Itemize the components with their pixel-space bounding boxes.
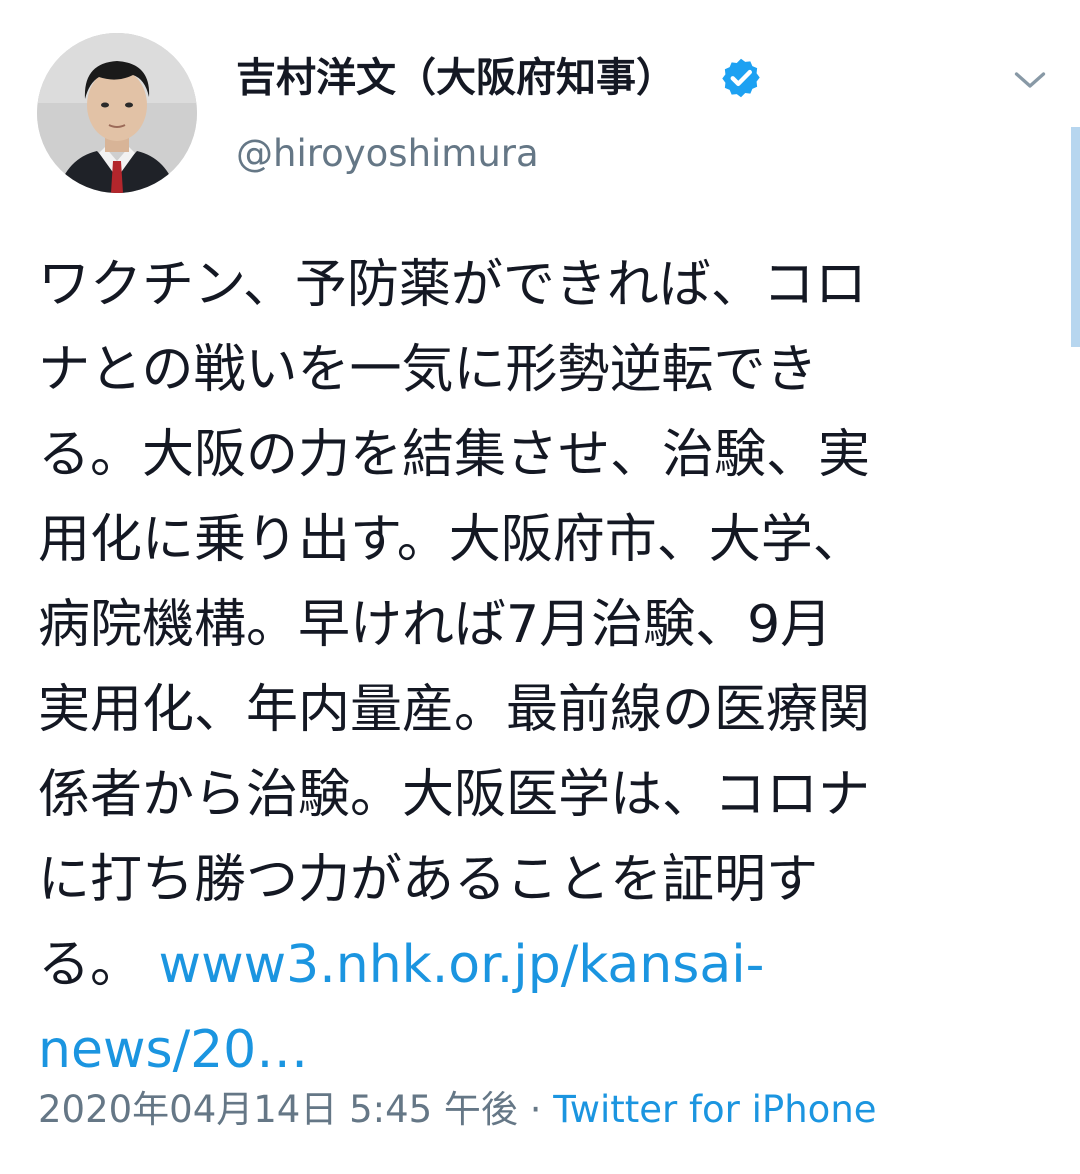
tweet-text-line-with-link: る。 www3.nhk.or.jp/kansai-	[38, 923, 1048, 1008]
tweet-meta: 2020年04月14日 5:45 午後 · Twitter for iPhone	[38, 1087, 877, 1133]
tweet-text-line: ワクチン、予防薬ができれば、コロ	[38, 255, 867, 315]
tweet-timestamp[interactable]: 2020年04月14日 5:45 午後	[38, 1088, 518, 1131]
display-name[interactable]: 吉村洋文（大阪府知事）	[236, 52, 676, 104]
chevron-down-icon[interactable]	[1012, 62, 1048, 98]
author-handle[interactable]: @hiroyoshimura	[236, 129, 539, 179]
tweet-text-line: 用化に乗り出す。大阪府市、大学、	[38, 510, 865, 570]
tweet-text: ワクチン、予防薬ができれば、コロ ナとの戦いを一気に形勢逆転でき る。大阪の力を…	[38, 243, 1048, 1093]
tweet-text-line: 係者から治験。大阪医学は、コロナ	[38, 765, 871, 825]
tweet-text-line: ナとの戦いを一気に形勢逆転でき	[38, 340, 818, 400]
meta-separator: ·	[529, 1088, 542, 1131]
avatar-photo	[37, 33, 197, 193]
tweet-link-continued[interactable]: news/20…	[38, 1020, 308, 1080]
tweet-text-line: 病院機構。早ければ7月治験、9月	[38, 595, 833, 655]
scroll-indicator[interactable]	[1071, 127, 1080, 347]
tweet-text-line: に打ち勝つ力があることを証明す	[38, 850, 819, 910]
tweet-link-continuation: news/20…	[38, 1008, 1048, 1093]
tweet-text-line: る。大阪の力を結集させ、治験、実	[38, 425, 871, 485]
verified-badge-icon	[722, 58, 760, 98]
tweet-source[interactable]: Twitter for iPhone	[553, 1088, 876, 1131]
tweet-link[interactable]: www3.nhk.or.jp/kansai-	[159, 935, 765, 995]
tweet-text-fragment: る。	[38, 935, 143, 995]
avatar[interactable]	[37, 33, 197, 193]
tweet-text-line: 実用化、年内量産。最前線の医療関	[38, 680, 871, 740]
